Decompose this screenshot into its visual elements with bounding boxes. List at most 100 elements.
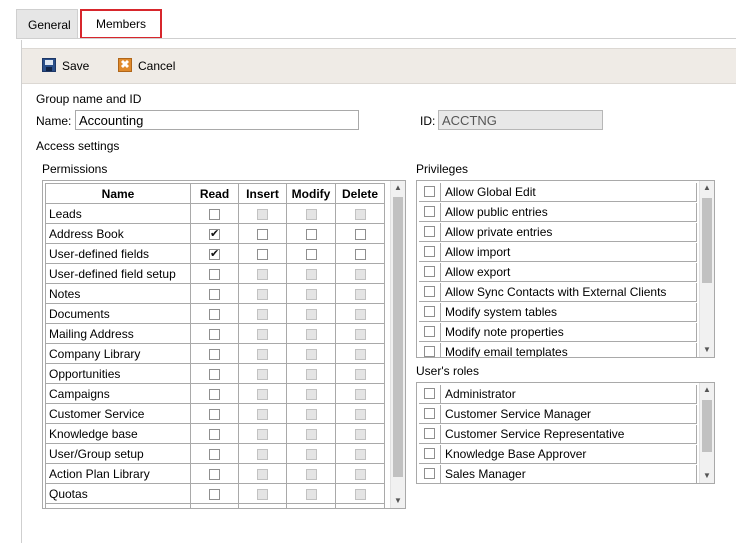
scroll-down-icon[interactable]: ▼ [700, 469, 714, 483]
cancel-button[interactable]: ✖ Cancel [118, 58, 175, 74]
save-icon [42, 58, 56, 72]
list-item-checkbox[interactable] [424, 246, 435, 257]
scroll-up-icon[interactable]: ▲ [700, 383, 714, 397]
permission-checkbox-read[interactable] [209, 208, 220, 220]
permission-checkbox-read[interactable] [209, 247, 220, 260]
permission-checkbox-read[interactable] [209, 388, 220, 400]
list-item-divider [696, 223, 697, 242]
permission-checkbox-read[interactable] [209, 488, 220, 500]
list-item-checkbox[interactable] [424, 408, 435, 419]
list-item[interactable]: Modify note properties [419, 323, 697, 342]
permission-checkbox-read[interactable] [209, 308, 220, 320]
name-input[interactable] [75, 110, 359, 130]
scroll-thumb[interactable] [702, 198, 712, 283]
permission-checkbox-read[interactable] [209, 268, 220, 280]
list-item[interactable]: Modify system tables [419, 303, 697, 322]
list-item-checkbox[interactable] [424, 226, 435, 237]
permission-cell-delete [335, 203, 385, 224]
permission-checkbox-delete [354, 308, 366, 320]
list-item-divider [696, 465, 697, 483]
list-item-checkbox[interactable] [424, 448, 435, 459]
permission-checkbox-read[interactable] [209, 328, 220, 340]
permission-name: Knowledge base [45, 423, 191, 444]
roles-scrollbar[interactable]: ▲ ▼ [699, 383, 714, 483]
permission-cell-insert [238, 443, 287, 464]
list-item[interactable]: Customer Service Manager [419, 405, 697, 424]
list-item-checkbox[interactable] [424, 468, 435, 479]
scroll-down-icon[interactable]: ▼ [700, 343, 714, 357]
permission-cell-delete [335, 483, 385, 504]
privileges-scrollbar[interactable]: ▲ ▼ [699, 181, 714, 357]
list-item[interactable]: Modify email templates [419, 343, 697, 357]
list-item[interactable]: Allow export [419, 263, 697, 282]
permission-checkbox-read[interactable] [209, 448, 220, 460]
list-item[interactable]: Administrator [419, 385, 697, 404]
list-item-label: Sales Manager [445, 467, 526, 481]
permission-checkbox-modify [305, 448, 317, 460]
group-section-title: Group name and ID [36, 92, 142, 106]
permission-cell-modify [286, 443, 336, 464]
list-item-divider [696, 343, 697, 357]
list-item-checkbox-cell [419, 385, 441, 404]
permission-cell-delete [335, 363, 385, 384]
list-item-checkbox[interactable] [424, 306, 435, 317]
list-item-divider [696, 425, 697, 444]
permission-checkbox-modify [305, 308, 317, 320]
permission-cell-insert [238, 363, 287, 384]
list-item[interactable]: Allow private entries [419, 223, 697, 242]
permission-checkbox-insert[interactable] [257, 228, 268, 240]
permission-checkbox-read[interactable] [209, 368, 220, 380]
list-item-checkbox[interactable] [424, 186, 435, 197]
list-item-checkbox[interactable] [424, 286, 435, 297]
scroll-up-icon[interactable]: ▲ [700, 181, 714, 195]
tab-general[interactable]: General [16, 9, 78, 39]
scroll-up-icon[interactable]: ▲ [391, 181, 405, 195]
list-item[interactable]: Allow Global Edit [419, 183, 697, 202]
permission-checkbox-read[interactable] [209, 468, 220, 480]
permission-cell-delete [335, 263, 385, 284]
list-item-checkbox[interactable] [424, 266, 435, 277]
permission-checkbox-modify[interactable] [305, 248, 317, 260]
permission-checkbox-read[interactable] [209, 428, 220, 440]
permission-cell-read [190, 323, 239, 344]
permission-checkbox-insert [257, 468, 268, 480]
permission-checkbox-delete[interactable] [354, 248, 366, 260]
column-header-delete: Delete [335, 183, 385, 204]
list-item-checkbox[interactable] [424, 428, 435, 439]
list-item-checkbox[interactable] [424, 388, 435, 399]
save-button[interactable]: Save [42, 58, 89, 74]
list-item[interactable]: Customer Service Representative [419, 425, 697, 444]
permission-name: Address Book [45, 223, 191, 244]
list-item[interactable]: Allow import [419, 243, 697, 262]
list-item[interactable]: Allow Sync Contacts with External Client… [419, 283, 697, 302]
list-item[interactable]: Sales Manager [419, 465, 697, 483]
table-row: Action Plan Library [45, 463, 385, 484]
permission-checkbox-read[interactable] [209, 227, 220, 240]
permission-checkbox-insert[interactable] [257, 248, 268, 260]
tab-members[interactable]: Members [80, 9, 162, 39]
list-item[interactable]: Allow public entries [419, 203, 697, 222]
list-item-checkbox[interactable] [424, 346, 435, 357]
permission-checkbox-read[interactable] [209, 288, 220, 300]
permission-cell-read [190, 423, 239, 444]
permissions-scrollbar[interactable]: ▲ ▼ [390, 181, 405, 508]
scroll-thumb[interactable] [393, 197, 403, 477]
permission-cell-delete [335, 443, 385, 464]
scroll-thumb[interactable] [702, 400, 712, 452]
table-row: Documents [45, 303, 385, 324]
scroll-down-icon[interactable]: ▼ [391, 494, 405, 508]
permission-checkbox-read[interactable] [209, 408, 220, 420]
permission-cell-modify [286, 283, 336, 304]
list-item-checkbox[interactable] [424, 206, 435, 217]
table-row [45, 503, 385, 508]
permission-checkbox-modify[interactable] [305, 228, 317, 240]
list-item[interactable]: Knowledge Base Approver [419, 445, 697, 464]
permission-checkbox-delete[interactable] [354, 228, 366, 240]
list-item-label: Allow import [445, 245, 511, 259]
list-item-checkbox-cell [419, 283, 441, 302]
permission-checkbox-read[interactable] [209, 348, 220, 360]
list-item-checkbox[interactable] [424, 326, 435, 337]
permission-name: Action Plan Library [45, 463, 191, 484]
permission-cell-modify [286, 503, 336, 508]
permission-checkbox-delete [354, 328, 366, 340]
